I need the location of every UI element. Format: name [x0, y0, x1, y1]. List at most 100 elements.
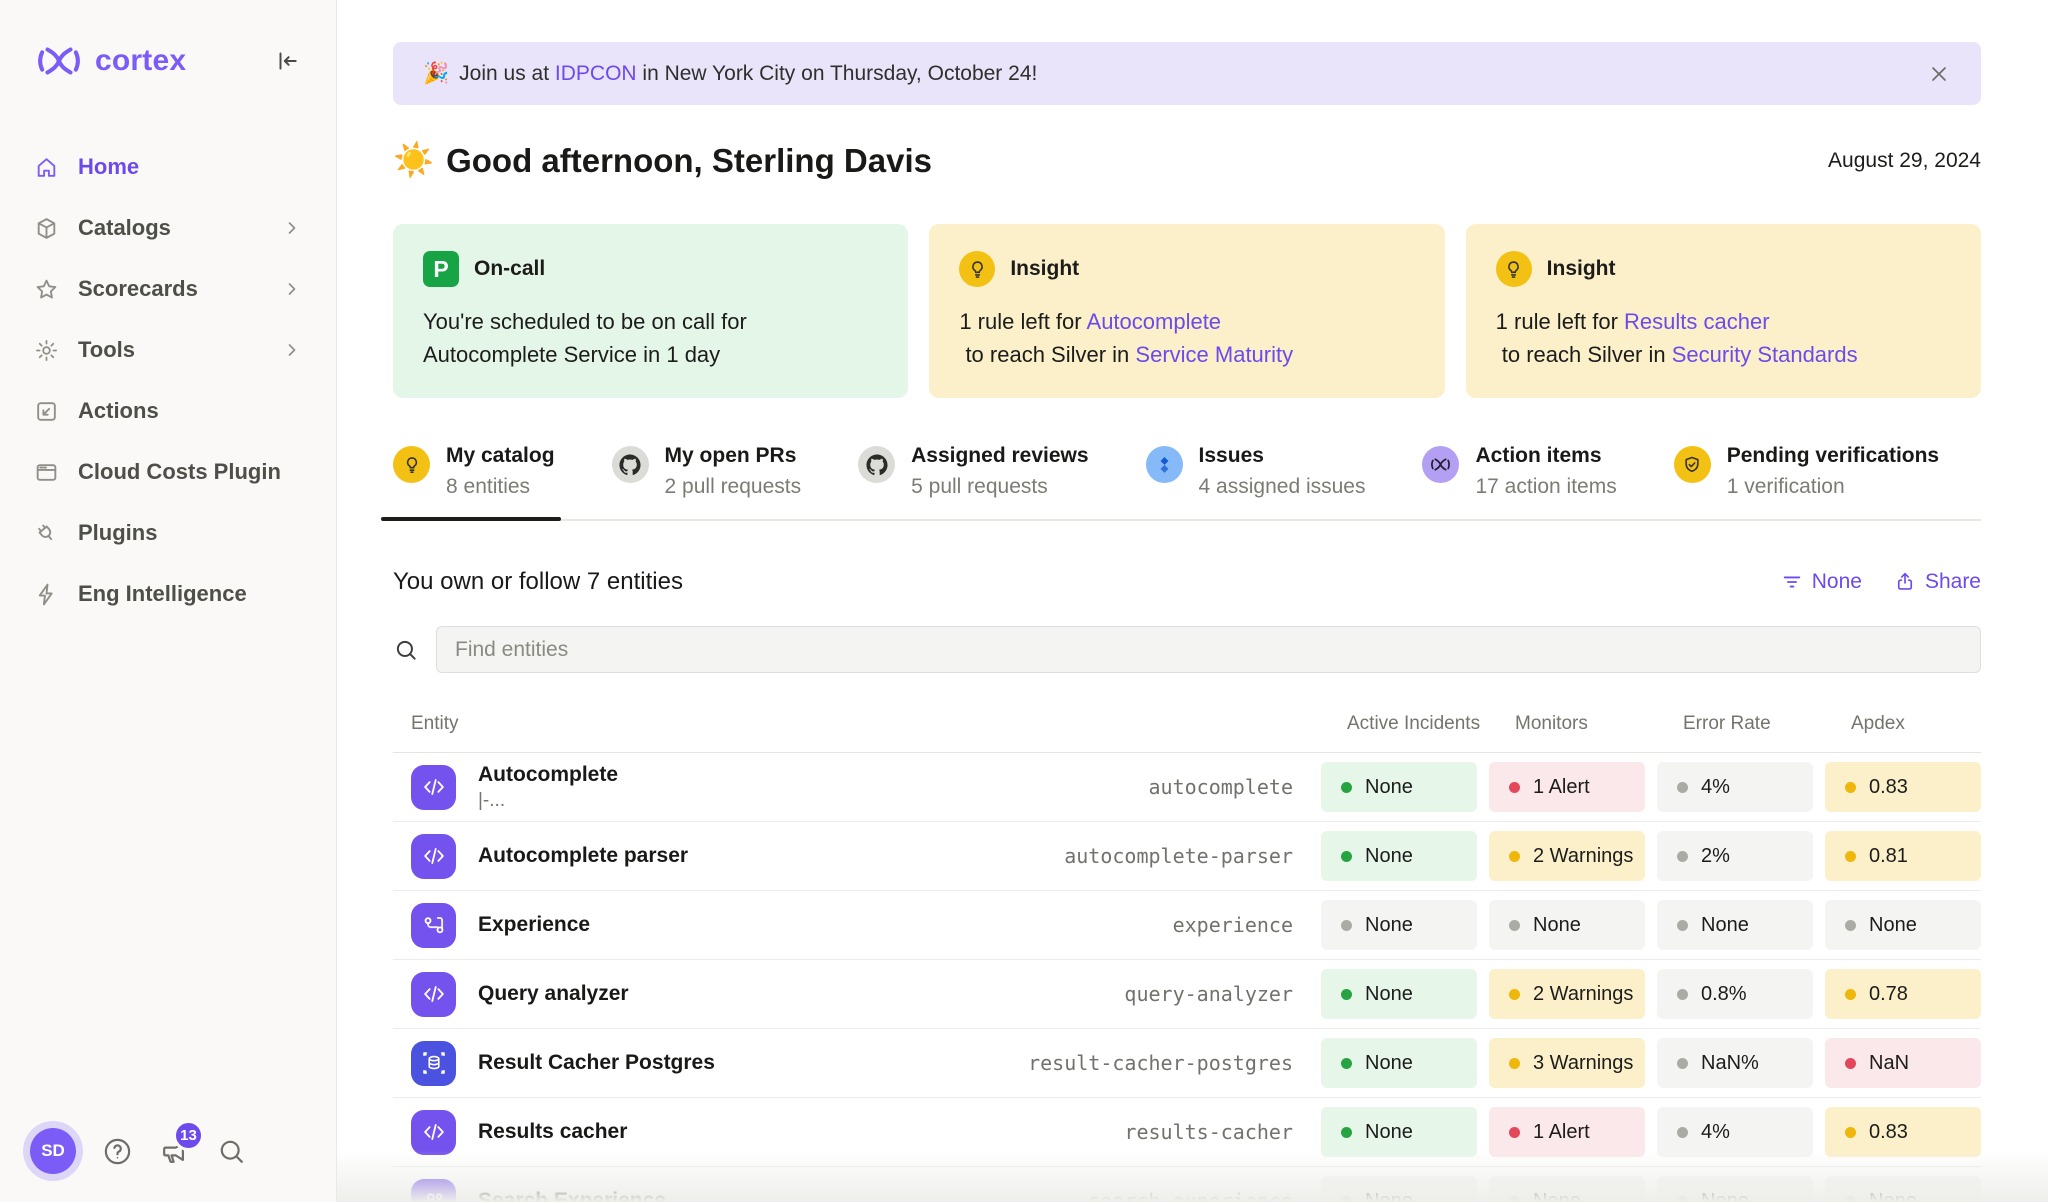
banner-close-icon[interactable] [1927, 62, 1951, 86]
status-dot [1677, 1058, 1688, 1069]
banner-text-suffix: in New York City on Thursday, October 24… [637, 62, 1038, 86]
entity-search-row [393, 626, 1981, 673]
status-dot [1509, 920, 1520, 931]
sidebar-footer: SD 13 [0, 1102, 336, 1202]
entities-section-header: You own or follow 7 entities None Share [393, 568, 1981, 596]
status-dot [1509, 1127, 1520, 1138]
active-incidents-badge: None [1321, 1176, 1477, 1202]
tab-my-open-prs[interactable]: My open PRs 2 pull requests [612, 444, 802, 519]
code-icon [411, 972, 456, 1017]
status-dot [1341, 1058, 1352, 1069]
security-standards-link[interactable]: Security Standards [1672, 342, 1858, 367]
sidebar-collapse-icon[interactable] [274, 48, 300, 74]
status-dot [1677, 920, 1688, 931]
tab-my-catalog[interactable]: My catalog 8 entities [393, 444, 555, 519]
jira-icon [1146, 446, 1183, 483]
find-entities-input[interactable] [436, 626, 1981, 673]
card-title: Insight [1010, 257, 1079, 281]
github-icon [612, 446, 649, 483]
sidebar-item-tools[interactable]: Tools [18, 325, 318, 375]
status-dot [1845, 1127, 1856, 1138]
brand-row: cortex [0, 0, 336, 84]
status-dot [1509, 989, 1520, 1000]
users-icon [411, 1179, 456, 1202]
active-incidents-badge: None [1321, 900, 1477, 950]
sidebar-item-home[interactable]: Home [18, 142, 318, 192]
tab-label: Issues [1199, 444, 1366, 468]
card-title: Insight [1547, 257, 1616, 281]
results-cacher-link[interactable]: Results cacher [1624, 309, 1770, 334]
brand[interactable]: cortex [36, 38, 186, 84]
error-rate-badge: None [1657, 900, 1813, 950]
banner-text-prefix: Join us at [459, 62, 555, 86]
bulb-icon [393, 446, 430, 483]
share-button[interactable]: Share [1894, 570, 1981, 594]
sidebar-item-label: Eng Intelligence [78, 581, 247, 607]
sidebar-item-label: Plugins [78, 520, 157, 546]
table-row[interactable]: Autocomplete |-... autocomplete None 1 A… [393, 753, 1981, 822]
apdex-badge: 0.83 [1825, 1107, 1981, 1157]
lightbulb-icon [959, 251, 995, 287]
table-row[interactable]: Result Cacher Postgres result-cacher-pos… [393, 1029, 1981, 1098]
error-rate-badge: 4% [1657, 1107, 1813, 1157]
tab-sublabel: 5 pull requests [911, 475, 1088, 499]
on-call-card[interactable]: P On-call You're scheduled to be on call… [393, 224, 908, 398]
status-dot [1341, 851, 1352, 862]
table-row[interactable]: Search Experience search-experience None… [393, 1167, 1981, 1202]
entity-tag: search-experience [1088, 1189, 1309, 1202]
status-dot [1845, 1058, 1856, 1069]
column-apdex: Apdex [1825, 713, 1981, 735]
tab-pending-verifications[interactable]: Pending verifications 1 verification [1674, 444, 1939, 519]
graph-icon [411, 903, 456, 948]
status-dot [1509, 851, 1520, 862]
sidebar-item-actions[interactable]: Actions [18, 386, 318, 436]
app: cortex Home [0, 0, 2048, 1202]
sidebar-item-cloud-costs-plugin[interactable]: Cloud Costs Plugin [18, 447, 318, 497]
help-icon[interactable] [102, 1136, 133, 1167]
status-dot [1845, 1196, 1856, 1202]
error-rate-badge: 2% [1657, 831, 1813, 881]
chevron-right-icon [282, 340, 302, 360]
entity-tag: autocomplete [1149, 775, 1310, 799]
filter-button[interactable]: None [1781, 570, 1862, 594]
insight-text: 1 rule left for Results cacher to reach … [1496, 306, 1951, 371]
monitors-badge: 3 Warnings [1489, 1038, 1645, 1088]
tab-action-items[interactable]: Action items 17 action items [1422, 444, 1616, 519]
tab-label: My catalog [446, 444, 555, 468]
party-emoji-icon: 🎉 [423, 62, 449, 86]
insight-card-2[interactable]: Insight 1 rule left for Results cacher t… [1466, 224, 1981, 398]
error-rate-badge: 0.8% [1657, 969, 1813, 1019]
tab-assigned-reviews[interactable]: Assigned reviews 5 pull requests [858, 444, 1088, 519]
status-dot [1845, 782, 1856, 793]
tab-sublabel: 17 action items [1475, 475, 1616, 499]
status-dot [1677, 1127, 1688, 1138]
status-dot [1341, 782, 1352, 793]
banner-idpcon-link[interactable]: IDPCON [555, 62, 637, 86]
service-maturity-link[interactable]: Service Maturity [1135, 342, 1293, 367]
share-icon [1894, 571, 1916, 593]
sidebar-item-eng-intelligence[interactable]: Eng Intelligence [18, 569, 318, 619]
status-dot [1341, 920, 1352, 931]
lightbulb-icon [1496, 251, 1532, 287]
table-row[interactable]: Results cacher results-cacher None 1 Ale… [393, 1098, 1981, 1167]
sidebar-item-plugins[interactable]: Plugins [18, 508, 318, 558]
avatar[interactable]: SD [30, 1128, 76, 1174]
insight-card-1[interactable]: Insight 1 rule left for Autocomplete to … [929, 224, 1444, 398]
cortex-icon [1422, 446, 1459, 483]
sidebar-item-scorecards[interactable]: Scorecards [18, 264, 318, 314]
monitors-badge: 1 Alert [1489, 762, 1645, 812]
sidebar-item-icon [34, 521, 59, 546]
tab-sublabel: 8 entities [446, 475, 555, 499]
table-row[interactable]: Experience experience None None None Non… [393, 891, 1981, 960]
active-incidents-badge: None [1321, 1038, 1477, 1088]
table-row[interactable]: Query analyzer query-analyzer None 2 War… [393, 960, 1981, 1029]
monitors-badge: 1 Alert [1489, 1107, 1645, 1157]
autocomplete-link[interactable]: Autocomplete [1087, 309, 1222, 334]
tab-issues[interactable]: Issues 4 assigned issues [1146, 444, 1366, 519]
sidebar-search-icon[interactable] [216, 1136, 247, 1167]
brand-name: cortex [95, 44, 186, 78]
table-row[interactable]: Autocomplete parser autocomplete-parser … [393, 822, 1981, 891]
sidebar-item-catalogs[interactable]: Catalogs [18, 203, 318, 253]
on-call-text: You're scheduled to be on call for Autoc… [423, 306, 878, 371]
announcements-icon[interactable]: 13 [159, 1136, 190, 1167]
